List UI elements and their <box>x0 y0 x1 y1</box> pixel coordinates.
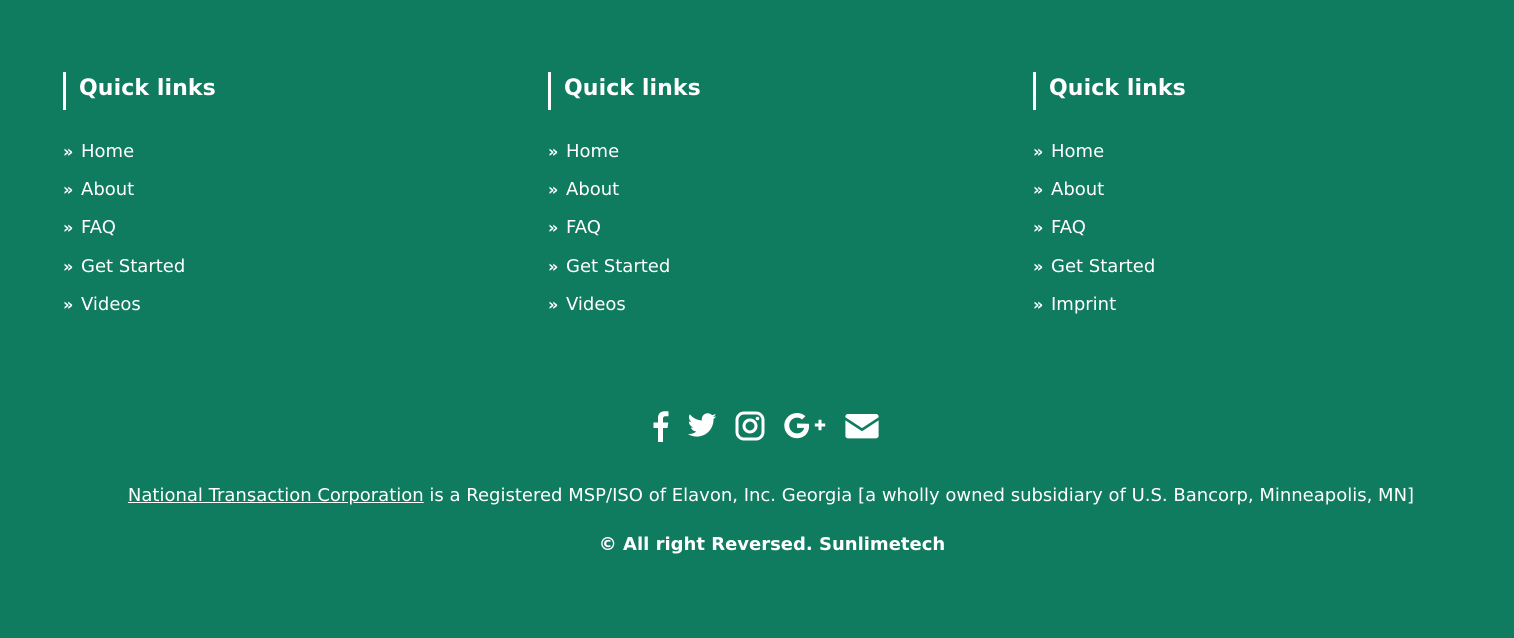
link-videos[interactable]: » Videos <box>63 294 483 332</box>
link-label[interactable]: Videos <box>566 294 626 316</box>
site-footer: Quick links » Home » About » FAQ » Get Start… <box>0 0 1514 638</box>
quick-links-column-2: Quick links » Home » About » FAQ » Get Start… <box>548 72 968 332</box>
email-icon[interactable] <box>845 412 879 440</box>
quick-links-list: » Home » About » FAQ » Get Started » Imprint <box>1033 141 1453 332</box>
link-get-started[interactable]: » Get Started <box>548 256 968 294</box>
link-videos[interactable]: » Videos <box>548 294 968 332</box>
quick-links-list: » Home » About » FAQ » Get Started » Videos <box>63 141 483 332</box>
footer-disclaimer: National Transaction Corporation is a Re… <box>0 484 1514 508</box>
link-label[interactable]: Home <box>566 141 619 163</box>
link-label[interactable]: Home <box>81 141 134 163</box>
company-link[interactable]: National Transaction Corporation <box>128 485 424 506</box>
link-about[interactable]: » About <box>1033 179 1453 217</box>
social-links <box>0 410 1514 442</box>
link-label[interactable]: Get Started <box>81 256 185 278</box>
link-label[interactable]: FAQ <box>1051 217 1086 239</box>
link-label[interactable]: FAQ <box>566 217 601 239</box>
link-label[interactable]: Get Started <box>1051 256 1155 278</box>
chevron-double-right-icon: » <box>1033 294 1043 314</box>
link-faq[interactable]: » FAQ <box>1033 217 1453 255</box>
chevron-double-right-icon: » <box>548 256 558 276</box>
link-label[interactable]: FAQ <box>81 217 116 239</box>
link-label[interactable]: About <box>1051 179 1104 201</box>
quick-links-column-1: Quick links » Home » About » FAQ » Get Start… <box>63 72 483 332</box>
disclaimer-text: is a Registered MSP/ISO of Elavon, Inc. … <box>423 485 1415 506</box>
link-label[interactable]: About <box>566 179 619 201</box>
facebook-icon[interactable] <box>651 410 669 442</box>
chevron-double-right-icon: » <box>548 180 558 200</box>
chevron-double-right-icon: » <box>63 180 73 200</box>
link-label[interactable]: Videos <box>81 294 141 316</box>
chevron-double-right-icon: » <box>63 256 73 276</box>
link-about[interactable]: » About <box>548 179 968 217</box>
chevron-double-right-icon: » <box>548 294 558 314</box>
column-heading: Quick links <box>63 72 483 110</box>
chevron-double-right-icon: » <box>548 218 558 238</box>
copyright-text: © All right Reversed. Sunlimetech <box>598 534 946 555</box>
link-faq[interactable]: » FAQ <box>63 217 483 255</box>
chevron-double-right-icon: » <box>63 294 73 314</box>
chevron-double-right-icon: » <box>548 142 558 161</box>
chevron-double-right-icon: » <box>63 142 73 161</box>
link-faq[interactable]: » FAQ <box>548 217 968 255</box>
link-label[interactable]: Get Started <box>566 256 670 278</box>
quick-links-list: » Home » About » FAQ » Get Started » Videos <box>548 141 968 332</box>
link-home[interactable]: » Home <box>548 141 968 179</box>
chevron-double-right-icon: » <box>1033 180 1043 200</box>
link-home[interactable]: » Home <box>1033 141 1453 179</box>
link-get-started[interactable]: » Get Started <box>63 256 483 294</box>
chevron-double-right-icon: » <box>1033 142 1043 161</box>
link-label[interactable]: Imprint <box>1051 294 1116 316</box>
twitter-icon[interactable] <box>687 413 717 439</box>
link-label[interactable]: About <box>81 179 134 201</box>
instagram-icon[interactable] <box>735 411 765 441</box>
column-heading: Quick links <box>1033 72 1453 110</box>
chevron-double-right-icon: » <box>1033 256 1043 276</box>
column-heading: Quick links <box>548 72 968 110</box>
link-get-started[interactable]: » Get Started <box>1033 256 1453 294</box>
link-label[interactable]: Home <box>1051 141 1104 163</box>
google-plus-icon[interactable] <box>783 412 827 440</box>
chevron-double-right-icon: » <box>1033 218 1043 238</box>
link-about[interactable]: » About <box>63 179 483 217</box>
chevron-double-right-icon: » <box>63 218 73 238</box>
quick-links-column-3: Quick links » Home » About » FAQ » Get Start… <box>1033 72 1453 332</box>
link-imprint[interactable]: » Imprint <box>1033 294 1453 332</box>
link-home[interactable]: » Home <box>63 141 483 179</box>
